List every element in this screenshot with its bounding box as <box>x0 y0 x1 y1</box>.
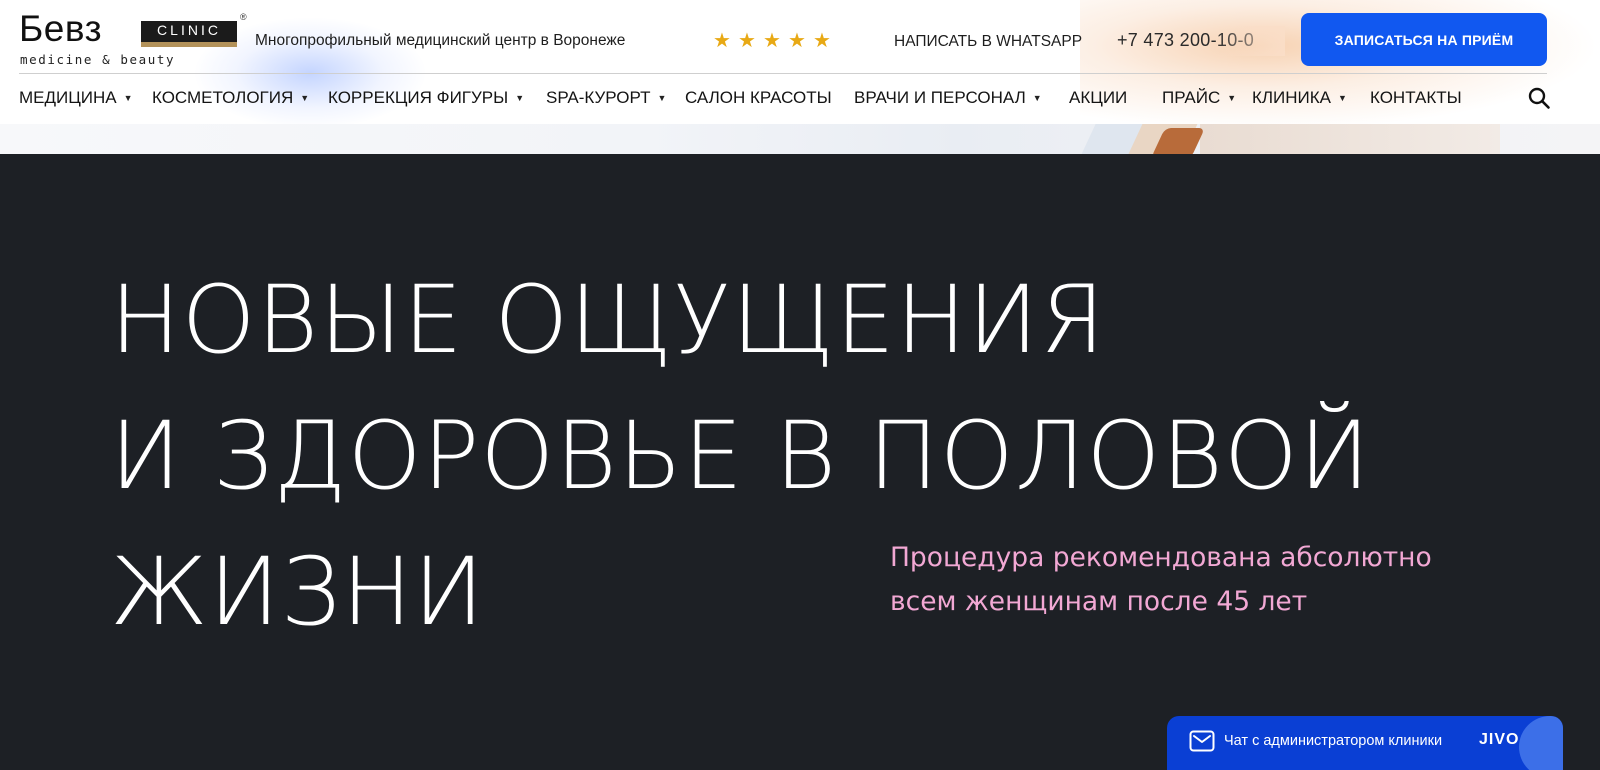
nav-item-label: ПРАЙС <box>1162 88 1221 107</box>
nav-item-label: SPA-КУРОРТ <box>546 88 651 107</box>
nav-item-spa-resort[interactable]: SPA-КУРОРТ ▼ <box>546 84 666 112</box>
nav-item-medicine[interactable]: МЕДИЦИНА ▼ <box>19 84 133 112</box>
nav-item-label: КОРРЕКЦИЯ ФИГУРЫ <box>328 88 509 107</box>
site-header: Бевз CLINIC ® medicine & beauty Многопро… <box>0 0 1600 124</box>
mail-icon <box>1189 730 1215 752</box>
hero-background-image <box>0 124 1600 154</box>
logo[interactable]: Бевз CLINIC ® medicine & beauty <box>19 8 247 68</box>
hero-title-line: НОВЫЕ ОЩУЩЕНИЯ <box>110 266 1106 375</box>
nav-item-label: КЛИНИКА <box>1252 88 1332 107</box>
chevron-down-icon: ▼ <box>657 93 667 103</box>
chevron-down-icon: ▼ <box>300 93 310 103</box>
search-icon[interactable] <box>1527 86 1551 110</box>
tagline: Многопрофильный медицинский центр в Воро… <box>255 32 626 49</box>
star-icon: ★ <box>738 30 756 52</box>
chevron-down-icon: ▼ <box>1032 93 1042 103</box>
hero-subtitle-line: всем женщинам после 45 лет <box>890 586 1308 617</box>
nav-item-doctors-staff[interactable]: ВРАЧИ И ПЕРСОНАЛ ▼ <box>854 84 1042 112</box>
hero-title-line: И ЗДОРОВЬЕ В ПОЛОВОЙ <box>110 402 1371 511</box>
logo-registered-mark: ® <box>240 12 247 22</box>
nav-item-label: САЛОН КРАСОТЫ <box>685 88 832 107</box>
star-icon: ★ <box>763 30 781 52</box>
nav-item-label: КОНТАКТЫ <box>1370 88 1462 107</box>
jivo-logo: JIVO <box>1479 731 1520 748</box>
main-nav: МЕДИЦИНА ▼ КОСМЕТОЛОГИЯ ▼ КОРРЕКЦИЯ ФИГУ… <box>19 84 1499 112</box>
image-fragment <box>1200 124 1500 154</box>
rating-stars: ★ ★ ★ ★ ★ <box>711 30 833 52</box>
nav-item-label: МЕДИЦИНА <box>19 88 117 107</box>
hero-subtitle: Процедура рекомендована абсолютно всем ж… <box>890 536 1530 624</box>
book-appointment-button[interactable]: ЗАПИСАТЬСЯ НА ПРИЁМ <box>1301 13 1547 66</box>
nav-item-prices[interactable]: ПРАЙС ▼ <box>1162 84 1236 112</box>
chevron-down-icon: ▼ <box>515 93 525 103</box>
logo-badge: CLINIC <box>141 21 237 47</box>
nav-item-body-correction[interactable]: КОРРЕКЦИЯ ФИГУРЫ ▼ <box>328 84 524 112</box>
phone-fade-overlay <box>1215 26 1285 56</box>
header-divider <box>19 73 1547 74</box>
chat-widget-label: Чат с администратором клиники <box>1224 733 1443 749</box>
chevron-down-icon: ▼ <box>1338 93 1347 103</box>
chevron-down-icon: ▼ <box>123 93 133 103</box>
nav-item-label: КОСМЕТОЛОГИЯ <box>152 88 294 107</box>
nav-item-clinic[interactable]: КЛИНИКА ▼ <box>1252 84 1347 112</box>
nav-item-promotions[interactable]: АКЦИИ <box>1069 84 1127 112</box>
nav-item-cosmetology[interactable]: КОСМЕТОЛОГИЯ ▼ <box>152 84 309 112</box>
star-icon: ★ <box>713 30 731 52</box>
nav-item-contacts[interactable]: КОНТАКТЫ <box>1370 84 1462 112</box>
chevron-down-icon: ▼ <box>1227 93 1237 103</box>
star-icon: ★ <box>788 30 806 52</box>
whatsapp-link[interactable]: НАПИСАТЬ В WHATSAPP <box>894 33 1082 51</box>
logo-subtitle: medicine & beauty <box>20 52 176 67</box>
logo-name: Бевз <box>19 8 103 49</box>
nav-item-label: АКЦИИ <box>1069 88 1128 107</box>
hero-subtitle-line: Процедура рекомендована абсолютно <box>890 542 1432 573</box>
nav-item-label: ВРАЧИ И ПЕРСОНАЛ <box>854 88 1026 107</box>
nav-item-beauty-salon[interactable]: САЛОН КРАСОТЫ <box>685 84 832 112</box>
star-icon: ★ <box>813 30 831 52</box>
